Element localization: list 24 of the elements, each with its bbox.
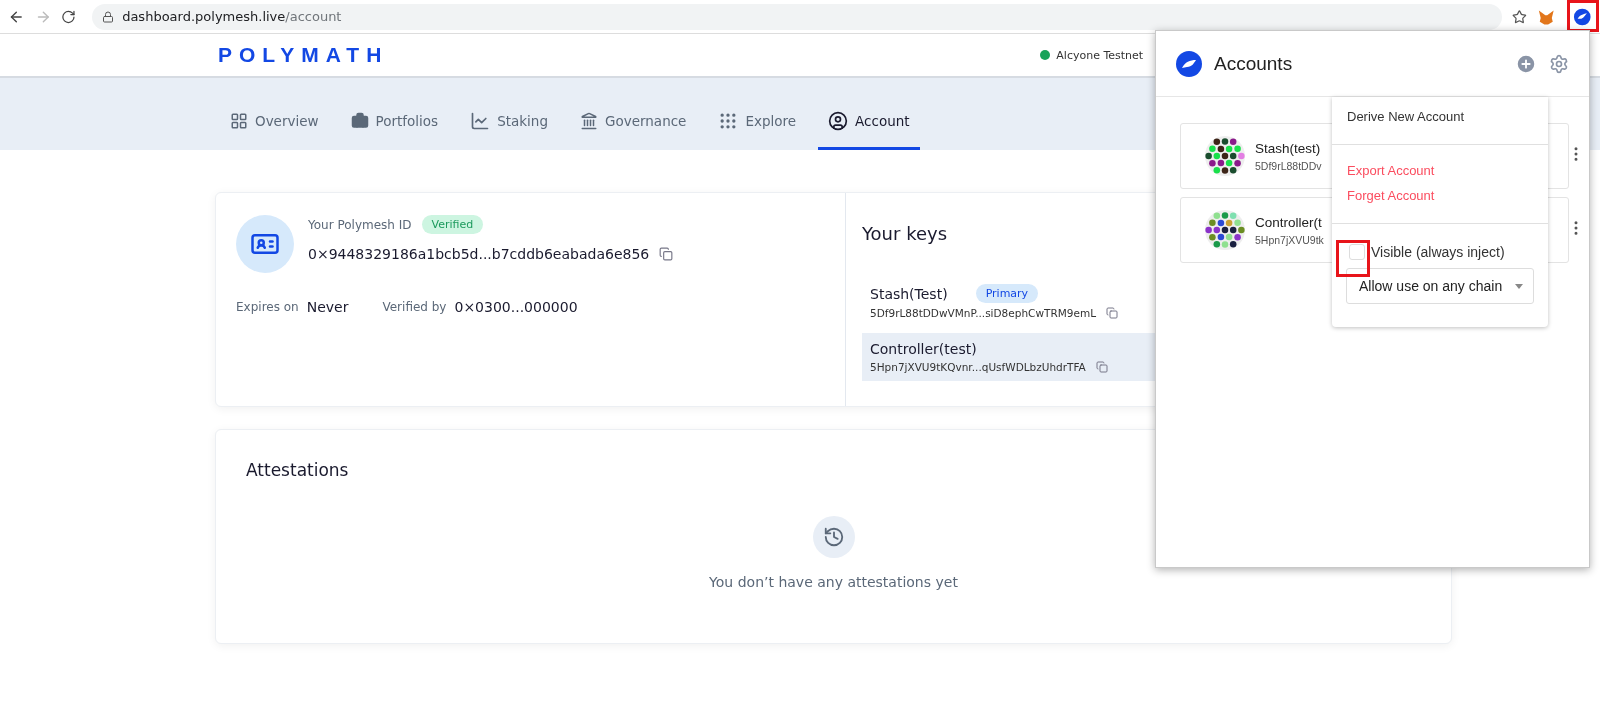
id-label: Your Polymesh ID (308, 217, 412, 232)
attestations-title: Attestations (246, 460, 350, 480)
key-address: 5Df9rL88tDDwVMnP...siD8ephCwTRM9emL (870, 307, 1096, 319)
account-name: Controller(t (1255, 214, 1323, 230)
empty-message: You don’t have any attestations yet (709, 574, 958, 590)
logo: POLYMATH (218, 43, 389, 67)
verified-by-value: 0×0300...000000 (454, 299, 578, 315)
network-name: Alcyone Testnet (1056, 48, 1144, 62)
key-address: 5Hpn7jXVU9tKQvnr...qUsfWDLbzUhdrTFA (870, 361, 1086, 373)
did-text: 0×9448329186a1bcb5d...b7cddb6eabada6e856 (308, 246, 650, 262)
keys-title: Your keys (862, 223, 948, 244)
key-name: Stash(Test) (870, 285, 948, 302)
key-name: Controller(test) (870, 341, 977, 357)
popup-title: Accounts (1214, 52, 1294, 75)
url-text: dashboard.polymesh.live/account (122, 9, 342, 24)
account-name: Stash(test) (1255, 140, 1322, 156)
checkbox-label: Visible (always inject) (1371, 244, 1505, 260)
verified-by-label: Verified by (382, 300, 447, 314)
account-address: 5Df9rL88tDDv (1255, 159, 1322, 172)
expires-value: Never (306, 299, 349, 315)
account-address: 5Hpn7jXVU9tk (1255, 233, 1324, 246)
primary-badge: Primary (975, 284, 1039, 303)
verified-badge: Verified (421, 215, 484, 234)
expires-label: Expires on (236, 300, 299, 314)
